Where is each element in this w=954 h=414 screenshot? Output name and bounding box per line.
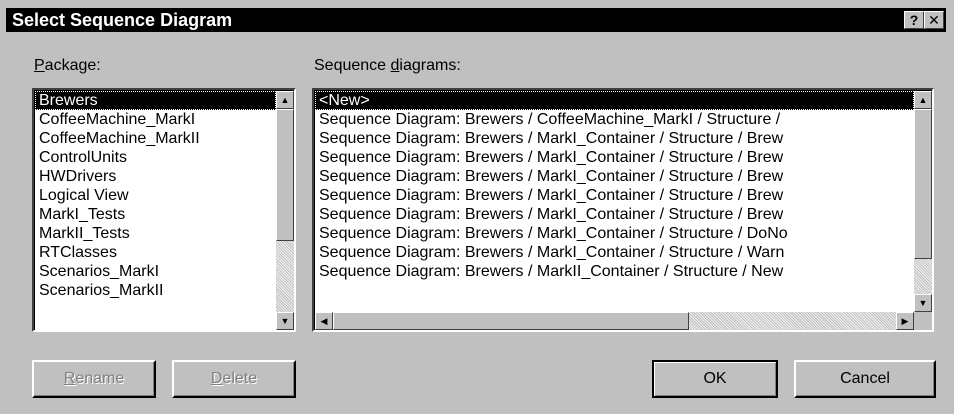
diagrams-horizontal-scrollbar[interactable]: ◀ ▶ <box>315 312 914 330</box>
package-listbox[interactable]: Brewers CoffeeMachine_MarkI CoffeeMachine_… <box>32 88 296 332</box>
package-scroll-thumb[interactable] <box>276 109 294 241</box>
sequence-diagram-list-item[interactable]: Sequence Diagram: Brewers / MarkI_Contai… <box>315 167 914 186</box>
diagrams-vertical-scrollbar[interactable]: ▲ ▼ <box>914 91 932 312</box>
package-list-item[interactable]: RTClasses <box>35 243 276 262</box>
package-list-item[interactable]: HWDrivers <box>35 167 276 186</box>
sequence-diagram-list-item[interactable]: Sequence Diagram: Brewers / MarkII_Conta… <box>315 262 914 281</box>
package-list-item[interactable]: MarkI_Tests <box>35 205 276 224</box>
scrollbar-corner <box>914 312 932 330</box>
sequence-diagram-list-item[interactable]: Sequence Diagram: Brewers / MarkI_Contai… <box>315 224 914 243</box>
close-icon[interactable]: ✕ <box>924 11 944 29</box>
window-title: Select Sequence Diagram <box>12 10 233 30</box>
sequence-diagram-list-item[interactable]: Sequence Diagram: Brewers / CoffeeMachin… <box>315 110 914 129</box>
package-label: Package: <box>34 57 101 74</box>
cancel-button[interactable]: Cancel <box>794 360 936 398</box>
help-icon[interactable]: ? <box>904 11 924 29</box>
select-sequence-diagram-dialog: Select Sequence Diagram ? ✕ Package: Seq… <box>0 0 954 414</box>
scroll-left-icon[interactable]: ◀ <box>315 312 333 330</box>
scroll-down-icon[interactable]: ▼ <box>914 294 932 312</box>
rename-button[interactable]: Rename <box>32 360 156 398</box>
package-list-item[interactable]: CoffeeMachine_MarkI <box>35 110 276 129</box>
diagrams-vscroll-thumb[interactable] <box>914 109 932 259</box>
sequence-diagram-list-item[interactable]: Sequence Diagram: Brewers / MarkI_Contai… <box>315 243 914 262</box>
diagrams-hscroll-thumb[interactable] <box>333 312 689 330</box>
package-list-item[interactable]: CoffeeMachine_MarkII <box>35 129 276 148</box>
title-bar[interactable]: Select Sequence Diagram ? ✕ <box>6 8 946 32</box>
package-vertical-scrollbar[interactable]: ▲ ▼ <box>276 91 294 330</box>
package-list-item[interactable]: Scenarios_MarkII <box>35 281 276 300</box>
sequence-diagram-list-item[interactable]: Sequence Diagram: Brewers / MarkI_Contai… <box>315 148 914 167</box>
ok-button[interactable]: OK <box>652 360 778 398</box>
scroll-up-icon[interactable]: ▲ <box>914 91 932 109</box>
package-list-item[interactable]: Logical View <box>35 186 276 205</box>
package-list-item[interactable]: MarkII_Tests <box>35 224 276 243</box>
package-list-item[interactable]: ControlUnits <box>35 148 276 167</box>
scroll-down-icon[interactable]: ▼ <box>276 312 294 330</box>
package-list-item[interactable]: Brewers <box>35 91 276 110</box>
sequence-diagrams-listbox[interactable]: <New> Sequence Diagram: Brewers / CoffeeM… <box>312 88 934 332</box>
scroll-right-icon[interactable]: ▶ <box>896 312 914 330</box>
sequence-diagrams-label: Sequence diagrams: <box>314 57 461 74</box>
delete-button[interactable]: Delete <box>172 360 296 398</box>
package-list-item[interactable]: Scenarios_MarkI <box>35 262 276 281</box>
sequence-diagram-list-item[interactable]: Sequence Diagram: Brewers / MarkI_Contai… <box>315 129 914 148</box>
sequence-diagram-list-item[interactable]: Sequence Diagram: Brewers / MarkI_Contai… <box>315 186 914 205</box>
sequence-diagram-list-item[interactable]: Sequence Diagram: Brewers / MarkI_Contai… <box>315 205 914 224</box>
sequence-diagram-list-item[interactable]: <New> <box>315 91 914 110</box>
scroll-up-icon[interactable]: ▲ <box>276 91 294 109</box>
